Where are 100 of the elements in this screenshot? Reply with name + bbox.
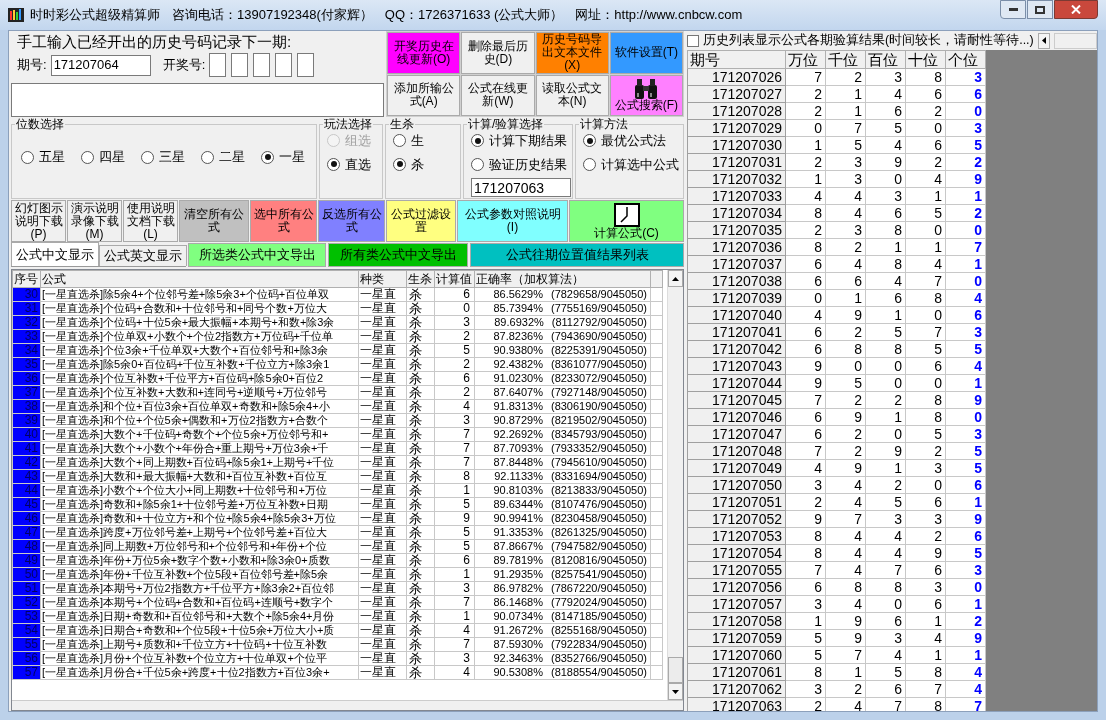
table-cell: 92.4382% [493, 358, 543, 371]
column-header[interactable]: 序号 [12, 270, 41, 288]
horizontal-scrollbar[interactable] [12, 700, 683, 710]
column-header[interactable]: 种类 [358, 270, 407, 288]
column-header[interactable]: 百位 [865, 50, 906, 69]
column-header[interactable]: 期号 [687, 50, 786, 69]
table-cell: [一星直选杀]个位互补数+千位平方+百位码+除5余0+百位2 [40, 371, 359, 386]
table-cell: 89.6344% [493, 498, 543, 511]
radio-label[interactable]: 验证历史结果 [489, 154, 567, 174]
radio-button[interactable] [81, 150, 94, 164]
table-cell: 3 [434, 413, 475, 428]
radio-label[interactable]: 计算选中公式 [601, 154, 679, 174]
digit-input[interactable] [275, 53, 293, 77]
vertical-scrollbar[interactable] [667, 270, 683, 700]
group-title: 位数选择 [15, 117, 65, 131]
table-cell: [一星直选杀]月份合+千位5余+跨度+十位2指数方+百位3余+ [40, 665, 359, 680]
digit-input[interactable] [297, 53, 315, 77]
button[interactable]: 历史号码导出文本文件(X) [535, 32, 609, 74]
table-cell: 杀 [406, 427, 435, 442]
table-cell: 杀 [406, 441, 435, 456]
digit-input[interactable] [231, 53, 249, 77]
history-checkbox[interactable]: 历史列表显示公式各期验算结果(时间较长，请耐性等待...) [687, 31, 1034, 50]
radio-label[interactable]: 最优公式法 [601, 131, 666, 151]
column-header[interactable]: 万位 [785, 50, 826, 69]
radio-button[interactable] [393, 134, 406, 148]
button[interactable]: 删除最后历史(D) [461, 32, 535, 74]
radio-label[interactable]: 直选 [345, 154, 371, 174]
table-cell: 一星直 [358, 441, 407, 456]
radio-button[interactable] [583, 157, 596, 171]
radio-button[interactable] [201, 150, 214, 164]
text-area[interactable] [11, 83, 384, 117]
column-header[interactable]: 个位 [945, 50, 986, 69]
table-cell: 1 [434, 483, 475, 498]
period-input[interactable]: 171207063 [471, 178, 571, 197]
table-cell: (8261325/9045050) [550, 526, 647, 539]
radio-label[interactable]: 生 [411, 131, 424, 151]
table-cell: 86.5629% [493, 288, 543, 301]
button[interactable]: 反选所有公式 [318, 200, 385, 242]
column-header[interactable]: 生杀 [406, 270, 435, 288]
radio-button[interactable] [141, 150, 154, 164]
tab[interactable]: 公式中文显示 [11, 242, 99, 266]
scrollbar-thumb[interactable] [668, 657, 683, 683]
column-header[interactable]: 公式 [40, 270, 359, 288]
button[interactable]: 选中所有公式 [250, 200, 317, 242]
table-cell: 7 [434, 427, 475, 442]
close-button[interactable] [1054, 0, 1098, 19]
table-cell: 2 [434, 329, 475, 344]
button[interactable]: 清空所有公式 [179, 200, 249, 242]
radio-label[interactable]: 三星 [159, 147, 185, 167]
radio-label[interactable]: 一星 [279, 147, 305, 167]
radio-label[interactable]: 四星 [99, 147, 125, 167]
button[interactable]: 公式搜索(F) [609, 74, 683, 116]
table-cell: (8147185/9045050) [550, 610, 647, 623]
button[interactable]: 添加所输公式(A) [387, 74, 461, 116]
radio-button[interactable] [327, 157, 340, 171]
digit-input[interactable] [209, 53, 227, 77]
digit-input[interactable] [253, 53, 271, 77]
button[interactable]: 幻灯图示说明下载(P) [11, 200, 66, 242]
button[interactable]: 所选类公式中文导出 [188, 243, 326, 267]
period-label: 期号: [17, 56, 47, 75]
table-cell: (8230458/9045050) [550, 512, 647, 525]
column-header[interactable]: 十位 [905, 50, 946, 69]
button[interactable]: 演示说明录像下载(M) [67, 200, 122, 242]
maximize-button[interactable] [1027, 0, 1053, 19]
radio-label[interactable]: 五星 [39, 147, 65, 167]
radio-button[interactable] [471, 134, 484, 148]
button[interactable]: 开奖历史在线更新(O) [387, 32, 461, 74]
radio-button[interactable] [393, 157, 406, 171]
radio-label[interactable]: 计算下期结果 [489, 131, 567, 151]
table-cell: 86.1468% [493, 596, 543, 609]
button[interactable]: 读取公式文本(N) [535, 74, 609, 116]
button[interactable]: 公式在线更新(W) [461, 74, 535, 116]
radio-button[interactable] [583, 134, 596, 148]
radio-button[interactable] [21, 150, 34, 164]
table-cell: 92.3463% [493, 652, 543, 665]
period-input[interactable]: 171207064 [50, 54, 151, 76]
horizontal-scrollbar[interactable] [1053, 32, 1097, 49]
table-cell: 89.6932% [494, 316, 544, 329]
radio-button[interactable] [471, 157, 484, 171]
column-header[interactable]: 计算值 [434, 270, 475, 288]
button[interactable]: 软件设置(T) [609, 32, 683, 74]
table-cell: [一星直选杀]奇数和+除5余1+十位邻号差+万位互补数+日期 [40, 497, 359, 512]
table-cell: 7 [434, 595, 475, 610]
radio-button[interactable] [261, 150, 274, 164]
scroll-left-button[interactable] [1037, 32, 1050, 49]
table-cell: 一星直 [358, 665, 407, 680]
button[interactable]: 所有类公式中文导出 [328, 243, 468, 267]
column-header[interactable]: 正确率（加权算法） [474, 270, 651, 288]
radio-label[interactable]: 杀 [411, 154, 424, 174]
minimize-button[interactable] [1000, 0, 1026, 19]
table-cell: 1 [434, 567, 475, 582]
button[interactable]: 公式过滤设置 [386, 200, 456, 242]
button[interactable]: 使用说明文档下载(L) [123, 200, 178, 242]
radio-label[interactable]: 二星 [219, 147, 245, 167]
button[interactable]: 公式参数对照说明(I) [457, 200, 568, 242]
table-cell: 92.1133% [494, 470, 543, 483]
button[interactable]: 公式往期位置值结果列表 [470, 243, 684, 267]
button[interactable]: 计算公式(C) [569, 200, 684, 242]
tab[interactable]: 公式英文显示 [99, 245, 187, 266]
column-header[interactable]: 千位 [825, 50, 866, 69]
